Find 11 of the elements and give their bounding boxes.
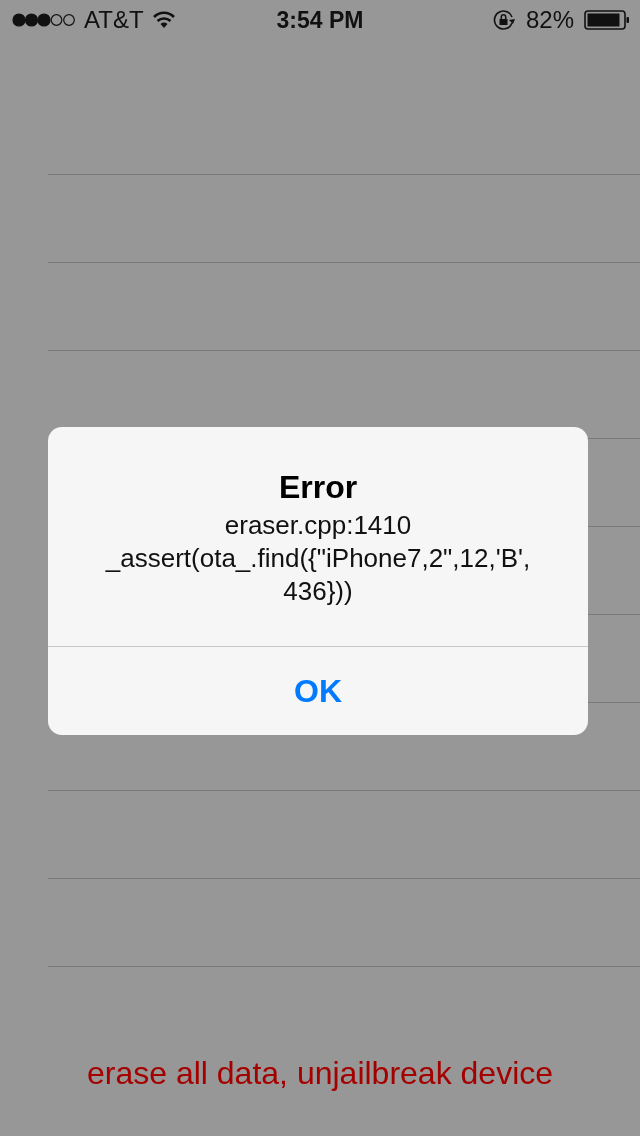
carrier-name: AT&T bbox=[84, 6, 144, 34]
battery-percentage: 82% bbox=[525, 6, 574, 34]
rotation-lock-icon bbox=[491, 8, 516, 32]
clock-time: 3:54 PM bbox=[276, 6, 364, 33]
battery-icon bbox=[584, 10, 630, 30]
wifi-icon bbox=[151, 11, 176, 29]
signal-strength-icon bbox=[12, 13, 76, 27]
erase-device-link[interactable]: erase all data, unjailbreak device bbox=[86, 1055, 554, 1091]
alert-title: Error bbox=[278, 468, 358, 507]
alert-message: eraser.cpp:1410 _assert(ota_.find({"iPhone7,2",12,'B', 436})) bbox=[105, 509, 531, 608]
ok-button[interactable]: OK bbox=[48, 647, 588, 735]
